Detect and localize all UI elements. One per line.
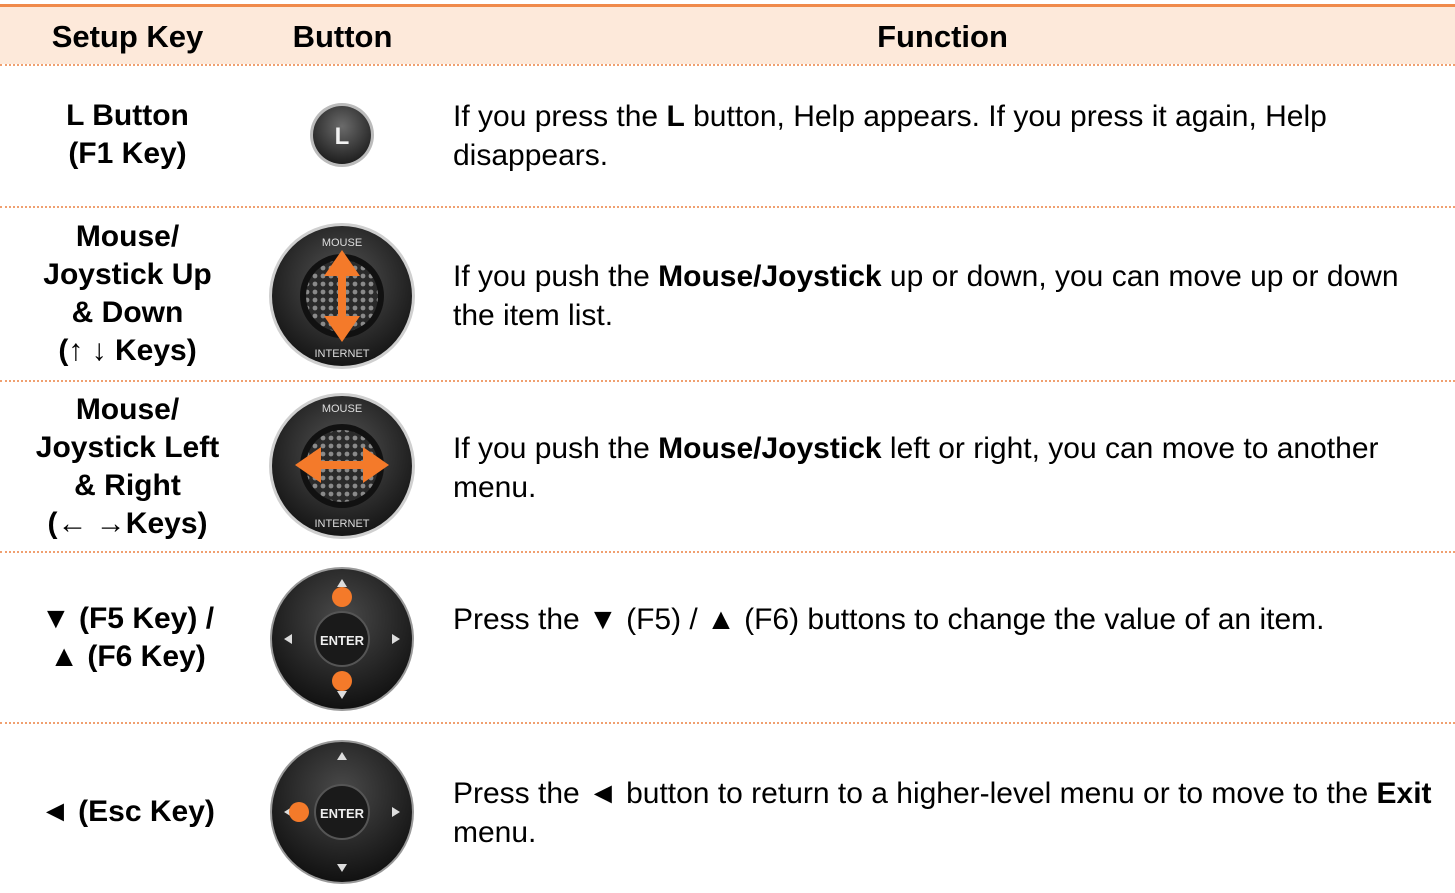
svg-text:MOUSE: MOUSE [322,403,362,415]
dpad-up-down-icon: ENTER [270,567,414,711]
svg-text:ENTER: ENTER [320,633,365,648]
setup-key-cell: Mouse/ Joystick Left & Right (← →Keys) [35,393,220,540]
setup-key-cell: L Button (F1 Key) [0,97,255,173]
l-button-icon: L [310,103,374,167]
svg-text:INTERNET: INTERNET [315,518,370,530]
button-cell: L [255,95,430,175]
function-cell: If you push the Mouse/Joystick up or dow… [453,260,1399,332]
button-cell: MOUSE INTERNET [255,386,430,546]
table-header: Setup Key Button Function [0,7,1455,64]
dpad-left-icon: ENTER [270,740,414,884]
setup-key-cell: Mouse/ Joystick Up & Down (↑ ↓ Keys) [43,220,212,367]
setup-key-cell: ▼ (F5 Key) / ▲ (F6 Key) [40,602,215,673]
function-cell: If you push the Mouse/Joystick left or r… [453,432,1379,504]
table-row: ▼ (F5 Key) / ▲ (F6 Key) ENTER Press the … [0,552,1455,722]
table-row: ◄ (Esc Key) ENTER Press the ◄ button to … [0,723,1455,893]
function-cell: Press the ◄ button to return to a higher… [453,777,1432,849]
setup-key-line: L Button [66,99,189,132]
button-cell: ENTER [255,564,430,714]
table-row: Mouse/ Joystick Left & Right (← →Keys) M… [0,381,1455,551]
header-setup-key: Setup Key [51,19,204,54]
setup-key-cell: ◄ (Esc Key) [40,795,215,828]
button-cell: ENTER [255,737,430,887]
joystick-left-right-icon: MOUSE INTERNET [269,393,415,539]
svg-text:ENTER: ENTER [320,806,365,821]
header-button: Button [292,19,393,54]
setup-key-line: (F1 Key) [68,137,187,170]
table-row: Mouse/ Joystick Up & Down (↑ ↓ Keys) MOU… [0,207,1455,380]
svg-text:MOUSE: MOUSE [322,237,362,249]
svg-text:INTERNET: INTERNET [315,348,370,360]
header-function: Function [877,19,1008,54]
function-cell: Press the ▼ (F5) / ▲ (F6) buttons to cha… [453,603,1325,636]
button-cell: MOUSE INTERNET [255,216,430,376]
function-cell: If you press the L button, Help appears.… [453,100,1327,172]
table-row: L Button (F1 Key) L If you press the L b… [0,65,1455,205]
svg-text:L: L [335,123,350,150]
joystick-up-down-icon: MOUSE INTERNET [269,223,415,369]
